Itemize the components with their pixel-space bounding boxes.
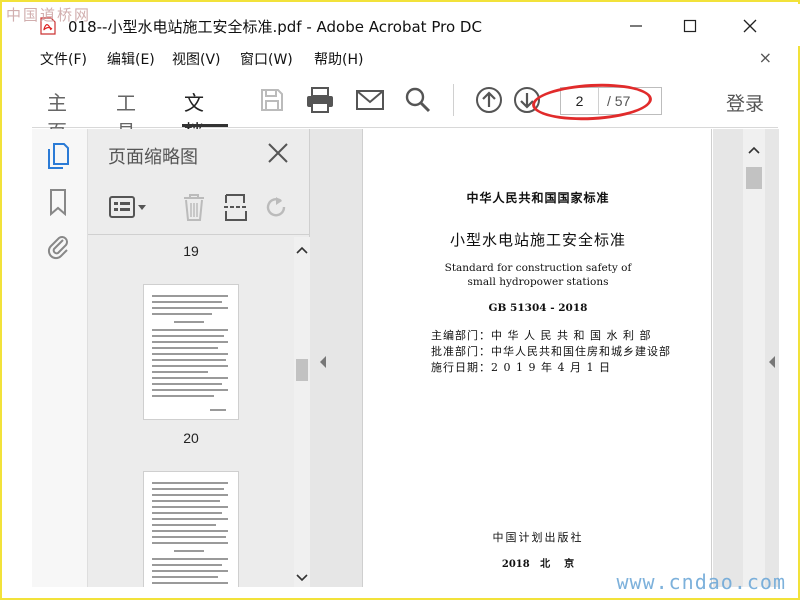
- thumbnail-page-label: 20: [183, 430, 199, 446]
- save-button[interactable]: [256, 84, 288, 116]
- scroll-up-icon[interactable]: [294, 243, 310, 257]
- document-scrollbar[interactable]: [743, 129, 765, 587]
- delete-page-button[interactable]: [178, 191, 210, 223]
- page-total-label: / 57: [607, 93, 631, 109]
- app-window: 018--小型水电站施工安全标准.pdf - Adobe Acrobat Pro…: [0, 0, 800, 600]
- menu-close-button[interactable]: ×: [759, 48, 772, 67]
- menu-view[interactable]: 视图(V): [172, 49, 221, 69]
- thumbnail-scrollbar[interactable]: [294, 237, 310, 587]
- thumbnails-panel: 页面缩略图 19 20: [88, 129, 310, 587]
- window-title: 018--小型水电站施工安全标准.pdf - Adobe Acrobat Pro…: [68, 18, 482, 36]
- expand-right-panel-icon[interactable]: [767, 355, 777, 369]
- toolbar: 主页 工具 文档: [32, 72, 778, 144]
- previous-page-button[interactable]: [473, 84, 505, 116]
- search-button[interactable]: [402, 84, 434, 116]
- thumbnail-page-label: 19: [183, 243, 199, 259]
- doc-effective-date: 施行日期：2 0 1 9 年 4 月 1 日: [431, 361, 611, 374]
- scroll-down-icon[interactable]: [294, 571, 310, 585]
- thumbnail-options-button[interactable]: [108, 191, 148, 223]
- doc-title-cn: 小型水电站施工安全标准: [449, 231, 626, 249]
- menu-bar: 文件(F) 编辑(E) 视图(V) 窗口(W) 帮助(H) ×: [4, 46, 778, 72]
- thumbnail-scroll-thumb[interactable]: [296, 359, 308, 381]
- next-page-button[interactable]: [511, 84, 543, 116]
- watermark-top-left: 中国道桥网: [6, 6, 92, 24]
- menu-help[interactable]: 帮助(H): [314, 49, 363, 69]
- panel-title: 页面缩略图: [108, 147, 198, 168]
- arrow-up-circle-icon: [476, 87, 502, 113]
- page-thumbnail[interactable]: [144, 472, 238, 587]
- page-thumbnails-button[interactable]: [44, 141, 72, 171]
- trash-icon: [184, 194, 204, 221]
- extract-page-button[interactable]: [220, 191, 252, 223]
- options-menu-icon: [109, 196, 146, 218]
- watermark-bottom-right: www.cndao.com: [616, 570, 786, 594]
- menu-edit[interactable]: 编辑(E): [107, 49, 155, 69]
- print-button[interactable]: [304, 84, 336, 116]
- doc-publisher: 中国计划出版社: [492, 531, 584, 544]
- right-panel-toggle[interactable]: [765, 129, 779, 587]
- email-button[interactable]: [354, 84, 386, 116]
- doc-title-en-line2: small hydropower stations: [467, 276, 609, 288]
- title-bar: 018--小型水电站施工安全标准.pdf - Adobe Acrobat Pro…: [4, 4, 800, 46]
- minimize-icon: [630, 25, 642, 27]
- bookmarks-button[interactable]: [44, 187, 72, 217]
- active-tab-indicator: [182, 124, 228, 127]
- doc-chief-department: 主编部门：中 华 人 民 共 和 国 水 利 部: [431, 329, 652, 342]
- page-navigator: / 57: [560, 87, 662, 115]
- close-panel-button[interactable]: [264, 139, 292, 167]
- document-gutter: [713, 129, 743, 587]
- rotate-icon: [266, 197, 286, 217]
- bookmark-icon: [50, 189, 66, 216]
- minimize-button[interactable]: [616, 12, 656, 40]
- attachments-button[interactable]: [44, 231, 72, 261]
- close-icon: [268, 143, 288, 163]
- doc-header: 中华人民共和国国家标准: [466, 191, 610, 205]
- paperclip-icon: [47, 236, 68, 260]
- extract-pages-icon: [224, 194, 248, 221]
- menu-file[interactable]: 文件(F): [40, 49, 87, 69]
- doc-title-en-line1: Standard for construction safety of: [444, 262, 632, 274]
- printer-icon: [307, 87, 333, 113]
- page-number-input[interactable]: [561, 88, 599, 114]
- scroll-up-icon[interactable]: [743, 143, 765, 157]
- doc-approve-department: 批准部门：中华人民共和国住房和城乡建设部: [431, 345, 671, 358]
- menu-window[interactable]: 窗口(W): [240, 49, 293, 69]
- envelope-icon: [356, 90, 384, 110]
- document-scroll-thumb[interactable]: [746, 167, 762, 189]
- search-icon: [405, 87, 431, 113]
- close-window-button[interactable]: [730, 12, 770, 40]
- panel-toolbar: [88, 181, 310, 235]
- login-button[interactable]: 登录: [726, 89, 764, 116]
- save-icon: [261, 89, 283, 111]
- navigation-rail: [32, 129, 88, 587]
- thumbnail-list: 19 20: [88, 237, 294, 587]
- doc-place-year: 2018 北 京: [501, 559, 575, 570]
- maximize-icon: [683, 19, 697, 33]
- close-icon: [743, 19, 757, 33]
- arrow-down-circle-icon: [514, 87, 540, 113]
- document-page: 中华人民共和国国家标准 小型水电站施工安全标准 Standard for con…: [362, 129, 712, 587]
- rotate-page-button[interactable]: [260, 191, 292, 223]
- panel-splitter[interactable]: [310, 129, 362, 587]
- maximize-button[interactable]: [670, 12, 710, 40]
- toolbar-separator: [453, 84, 454, 116]
- doc-standard-code: GB 51304 - 2018: [488, 302, 588, 314]
- page-thumbnail[interactable]: [144, 285, 238, 419]
- collapse-left-icon[interactable]: [318, 355, 328, 369]
- page-thumbnails-icon: [48, 143, 69, 169]
